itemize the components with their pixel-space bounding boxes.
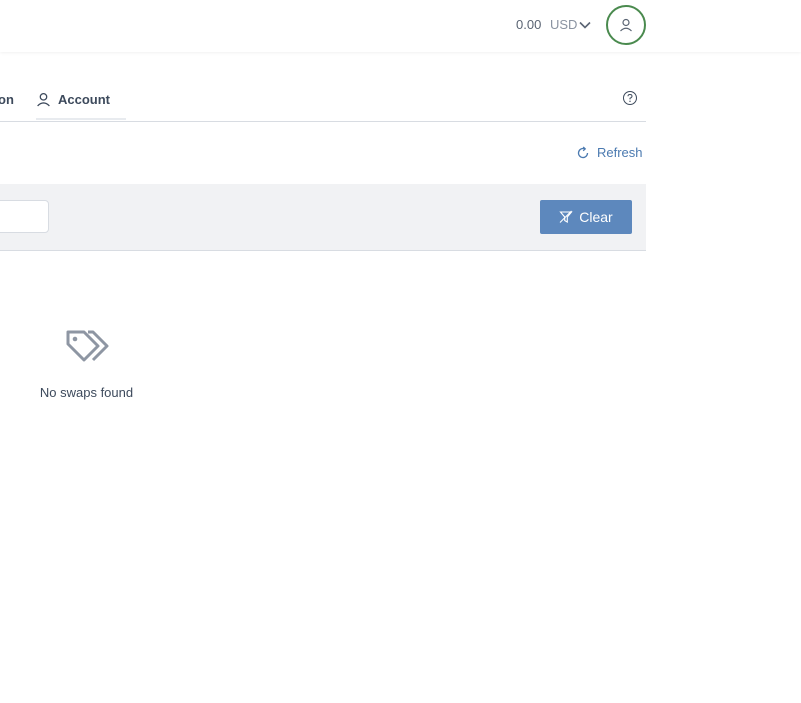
currency-label: USD (550, 17, 578, 32)
help-button[interactable] (622, 90, 638, 111)
filter-clear-icon (559, 210, 573, 223)
tab-partial-label[interactable]: on (0, 92, 14, 107)
currency-selector[interactable]: USD (550, 17, 592, 32)
clear-label: Clear (579, 209, 613, 225)
tabs-bar: on Account (0, 84, 646, 122)
clear-filters-button[interactable]: Clear (540, 200, 632, 234)
help-circle-icon (623, 91, 637, 105)
chevron-down-icon (579, 21, 592, 29)
empty-state-message: No swaps found (39, 385, 134, 400)
refresh-label: Refresh (597, 145, 643, 160)
top-bar: 0.00 USD (0, 0, 801, 52)
filter-input[interactable] (0, 200, 49, 233)
tab-account-label: Account (58, 92, 110, 107)
tags-icon (64, 329, 110, 372)
filter-bar: Clear (0, 184, 646, 251)
user-icon (620, 18, 632, 32)
refresh-icon (577, 146, 589, 158)
balance-amount: 0.00 (516, 17, 542, 32)
tab-account[interactable]: Account (36, 84, 126, 120)
user-icon (37, 92, 50, 107)
user-avatar-button[interactable] (606, 5, 646, 45)
refresh-button[interactable]: Refresh (576, 145, 643, 160)
